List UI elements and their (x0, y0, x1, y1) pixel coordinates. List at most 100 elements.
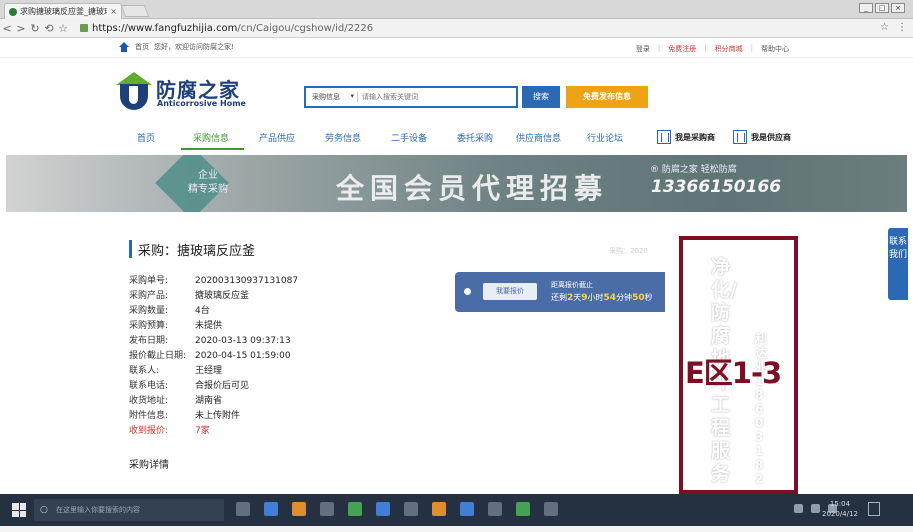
url-field[interactable]: https://www.fangfuzhijia.com /cn/Caigou/… (80, 23, 373, 34)
banner-headline: 全国会员代理招募 (336, 172, 609, 205)
info-row: 发布日期: 2020-03-13 09:37:13 (129, 334, 298, 349)
app-icon[interactable] (404, 502, 418, 516)
minimize-button[interactable]: _ (859, 3, 873, 13)
search-input[interactable] (358, 93, 508, 101)
building-icon (657, 130, 671, 144)
publish-info-button[interactable]: 免费发布信息 (566, 86, 648, 108)
favorite-star-icon[interactable]: ☆ (880, 22, 889, 33)
countdown-seconds-unit: 秒 (644, 293, 653, 302)
taskbar-apps (236, 502, 558, 516)
help-center-link[interactable]: 帮助中心 (761, 44, 789, 54)
main-nav: 首页 采购信息 产品供应 劳务信息 二手设备 委托采购 供应商信息 行业论坛 我… (0, 126, 913, 152)
separator: | (750, 44, 753, 52)
reload-button[interactable]: ↻ (28, 22, 42, 35)
taskbar-clock[interactable]: 15:04 2020/4/12 (822, 499, 858, 519)
received-quotes-row: 收到报价: 7家 (129, 424, 298, 439)
info-value: 搪玻璃反应釜 (195, 291, 250, 301)
maximize-button[interactable]: □ (875, 3, 889, 13)
separator: | (657, 44, 661, 52)
new-tab-button[interactable] (120, 5, 150, 17)
nav-item-supply[interactable]: 产品供应 (259, 131, 295, 144)
received-quotes-value[interactable]: 7家 (195, 424, 210, 439)
nav-item-labor[interactable]: 劳务信息 (325, 131, 361, 144)
edge-browser-icon[interactable] (264, 502, 278, 516)
nav-item-forum[interactable]: 行业论坛 (587, 131, 623, 144)
info-key: 发布日期: (129, 336, 169, 346)
app-icon[interactable] (460, 502, 474, 516)
countdown-seconds: 50 (632, 293, 645, 303)
browser-tab[interactable]: 求购搪玻璃反应釜_搪玻璃 × (4, 3, 122, 19)
logo-house-icon (116, 72, 152, 110)
info-value: 2020-04-15 01:59:00 (195, 351, 291, 361)
search-button[interactable]: 搜索 (522, 86, 560, 108)
home-icon[interactable] (118, 42, 130, 52)
info-row: 采购产品: 搪玻璃反应釜 (129, 289, 298, 304)
undo-button[interactable]: ⟲ (42, 22, 56, 35)
app-icon[interactable] (544, 502, 558, 516)
top-home-link[interactable]: 首页 (135, 42, 149, 52)
register-link[interactable]: 免费注册 (668, 44, 696, 54)
promo-banner[interactable]: 企业 精专采购 全国会员代理招募 ® 防腐之家 轻松防腐 13366150166 (6, 155, 907, 212)
site-logo[interactable]: 防腐之家 Anticorrosive Home (116, 72, 246, 112)
nav-item-used-equipment[interactable]: 二手设备 (391, 131, 427, 144)
countdown-label: 距离报价截止 (551, 281, 593, 289)
building-icon (733, 130, 747, 144)
taskbar-search-input[interactable]: 在这里输入你要搜索的内容 (34, 499, 224, 521)
file-explorer-icon[interactable] (292, 502, 306, 516)
back-button[interactable]: < (0, 22, 14, 35)
app-icon[interactable] (516, 502, 530, 516)
windows-taskbar: 在这里输入你要搜索的内容 15:04 2020/4/12 (0, 494, 913, 526)
store-icon[interactable] (320, 502, 334, 516)
forward-button[interactable]: > (14, 22, 28, 35)
points-mall-link[interactable]: 积分商城 (715, 44, 743, 54)
overlay-poster: 净化/防腐地坪工程服务 利达业 18603182 E区1-3 (679, 236, 798, 494)
windows-start-icon[interactable] (12, 503, 26, 517)
info-key: 采购数量: (129, 306, 169, 316)
info-value: 湖南省 (195, 396, 223, 406)
chat-app-icon[interactable] (376, 502, 390, 516)
countdown-prefix: 还剩 (551, 293, 567, 302)
info-value: 4台 (195, 306, 210, 316)
poster-zone-label: E区1-3 (685, 356, 782, 390)
menu-icon[interactable]: ⋮ (897, 22, 907, 33)
contact-us-tab[interactable]: 联系我们 (888, 228, 908, 300)
clock-date: 2020/4/12 (822, 510, 858, 518)
info-key: 联系人: (129, 366, 160, 376)
buyer-entry[interactable]: 我是采购商 (657, 130, 715, 144)
address-right-tools: ☆ ⋮ (880, 22, 907, 33)
nav-item-suppliers[interactable]: 供应商信息 (516, 131, 561, 144)
quote-button[interactable]: 我要报价 (483, 283, 537, 300)
nav-item-purchase[interactable]: 采购信息 (193, 131, 229, 144)
notification-icon[interactable] (868, 502, 880, 516)
info-row: 采购数量: 4台 (129, 304, 298, 319)
nav-item-home[interactable]: 首页 (137, 131, 155, 144)
app-icon[interactable] (488, 502, 502, 516)
supplier-entry[interactable]: 我是供应商 (733, 130, 791, 144)
purchase-info-list: 采购单号: 202003130937131087 采购产品: 搪玻璃反应釜 采购数量… (129, 274, 298, 439)
browser-app-icon[interactable] (348, 502, 362, 516)
bookmark-star-icon[interactable]: ☆ (56, 22, 70, 35)
login-link[interactable]: 登录 (636, 44, 650, 54)
info-value: 未提供 (195, 321, 223, 331)
window-controls: _ □ × (859, 3, 905, 13)
banner-badge-line2: 精专采购 (188, 184, 228, 195)
clock-time: 15:04 (829, 500, 851, 508)
supplier-label: 我是供应商 (751, 132, 791, 142)
network-icon[interactable] (794, 504, 803, 513)
search-category-select[interactable]: 采购信息 ▾ (306, 92, 358, 102)
info-row: 报价截止日期: 2020-04-15 01:59:00 (129, 349, 298, 364)
top-home-area: 首页 您好，欢迎访问防腐之家! (118, 42, 234, 52)
faded-label: 采购：2020 (609, 247, 648, 255)
volume-icon[interactable] (811, 504, 820, 513)
task-view-icon[interactable] (236, 502, 250, 516)
app-icon[interactable] (432, 502, 446, 516)
dot-icon (464, 288, 471, 295)
banner-phone: 13366150166 (651, 177, 782, 197)
banner-badge-line1: 企业 (198, 170, 218, 181)
close-window-button[interactable]: × (891, 3, 905, 13)
nav-item-entrusted-purchase[interactable]: 委托采购 (457, 131, 493, 144)
tab-close-icon[interactable]: × (110, 7, 117, 16)
info-value: 未上传附件 (195, 411, 241, 421)
search-box: 采购信息 ▾ (304, 86, 518, 108)
quote-countdown-card: 我要报价 距离报价截止 还剩2天9小时54分钟50秒 (455, 272, 665, 312)
